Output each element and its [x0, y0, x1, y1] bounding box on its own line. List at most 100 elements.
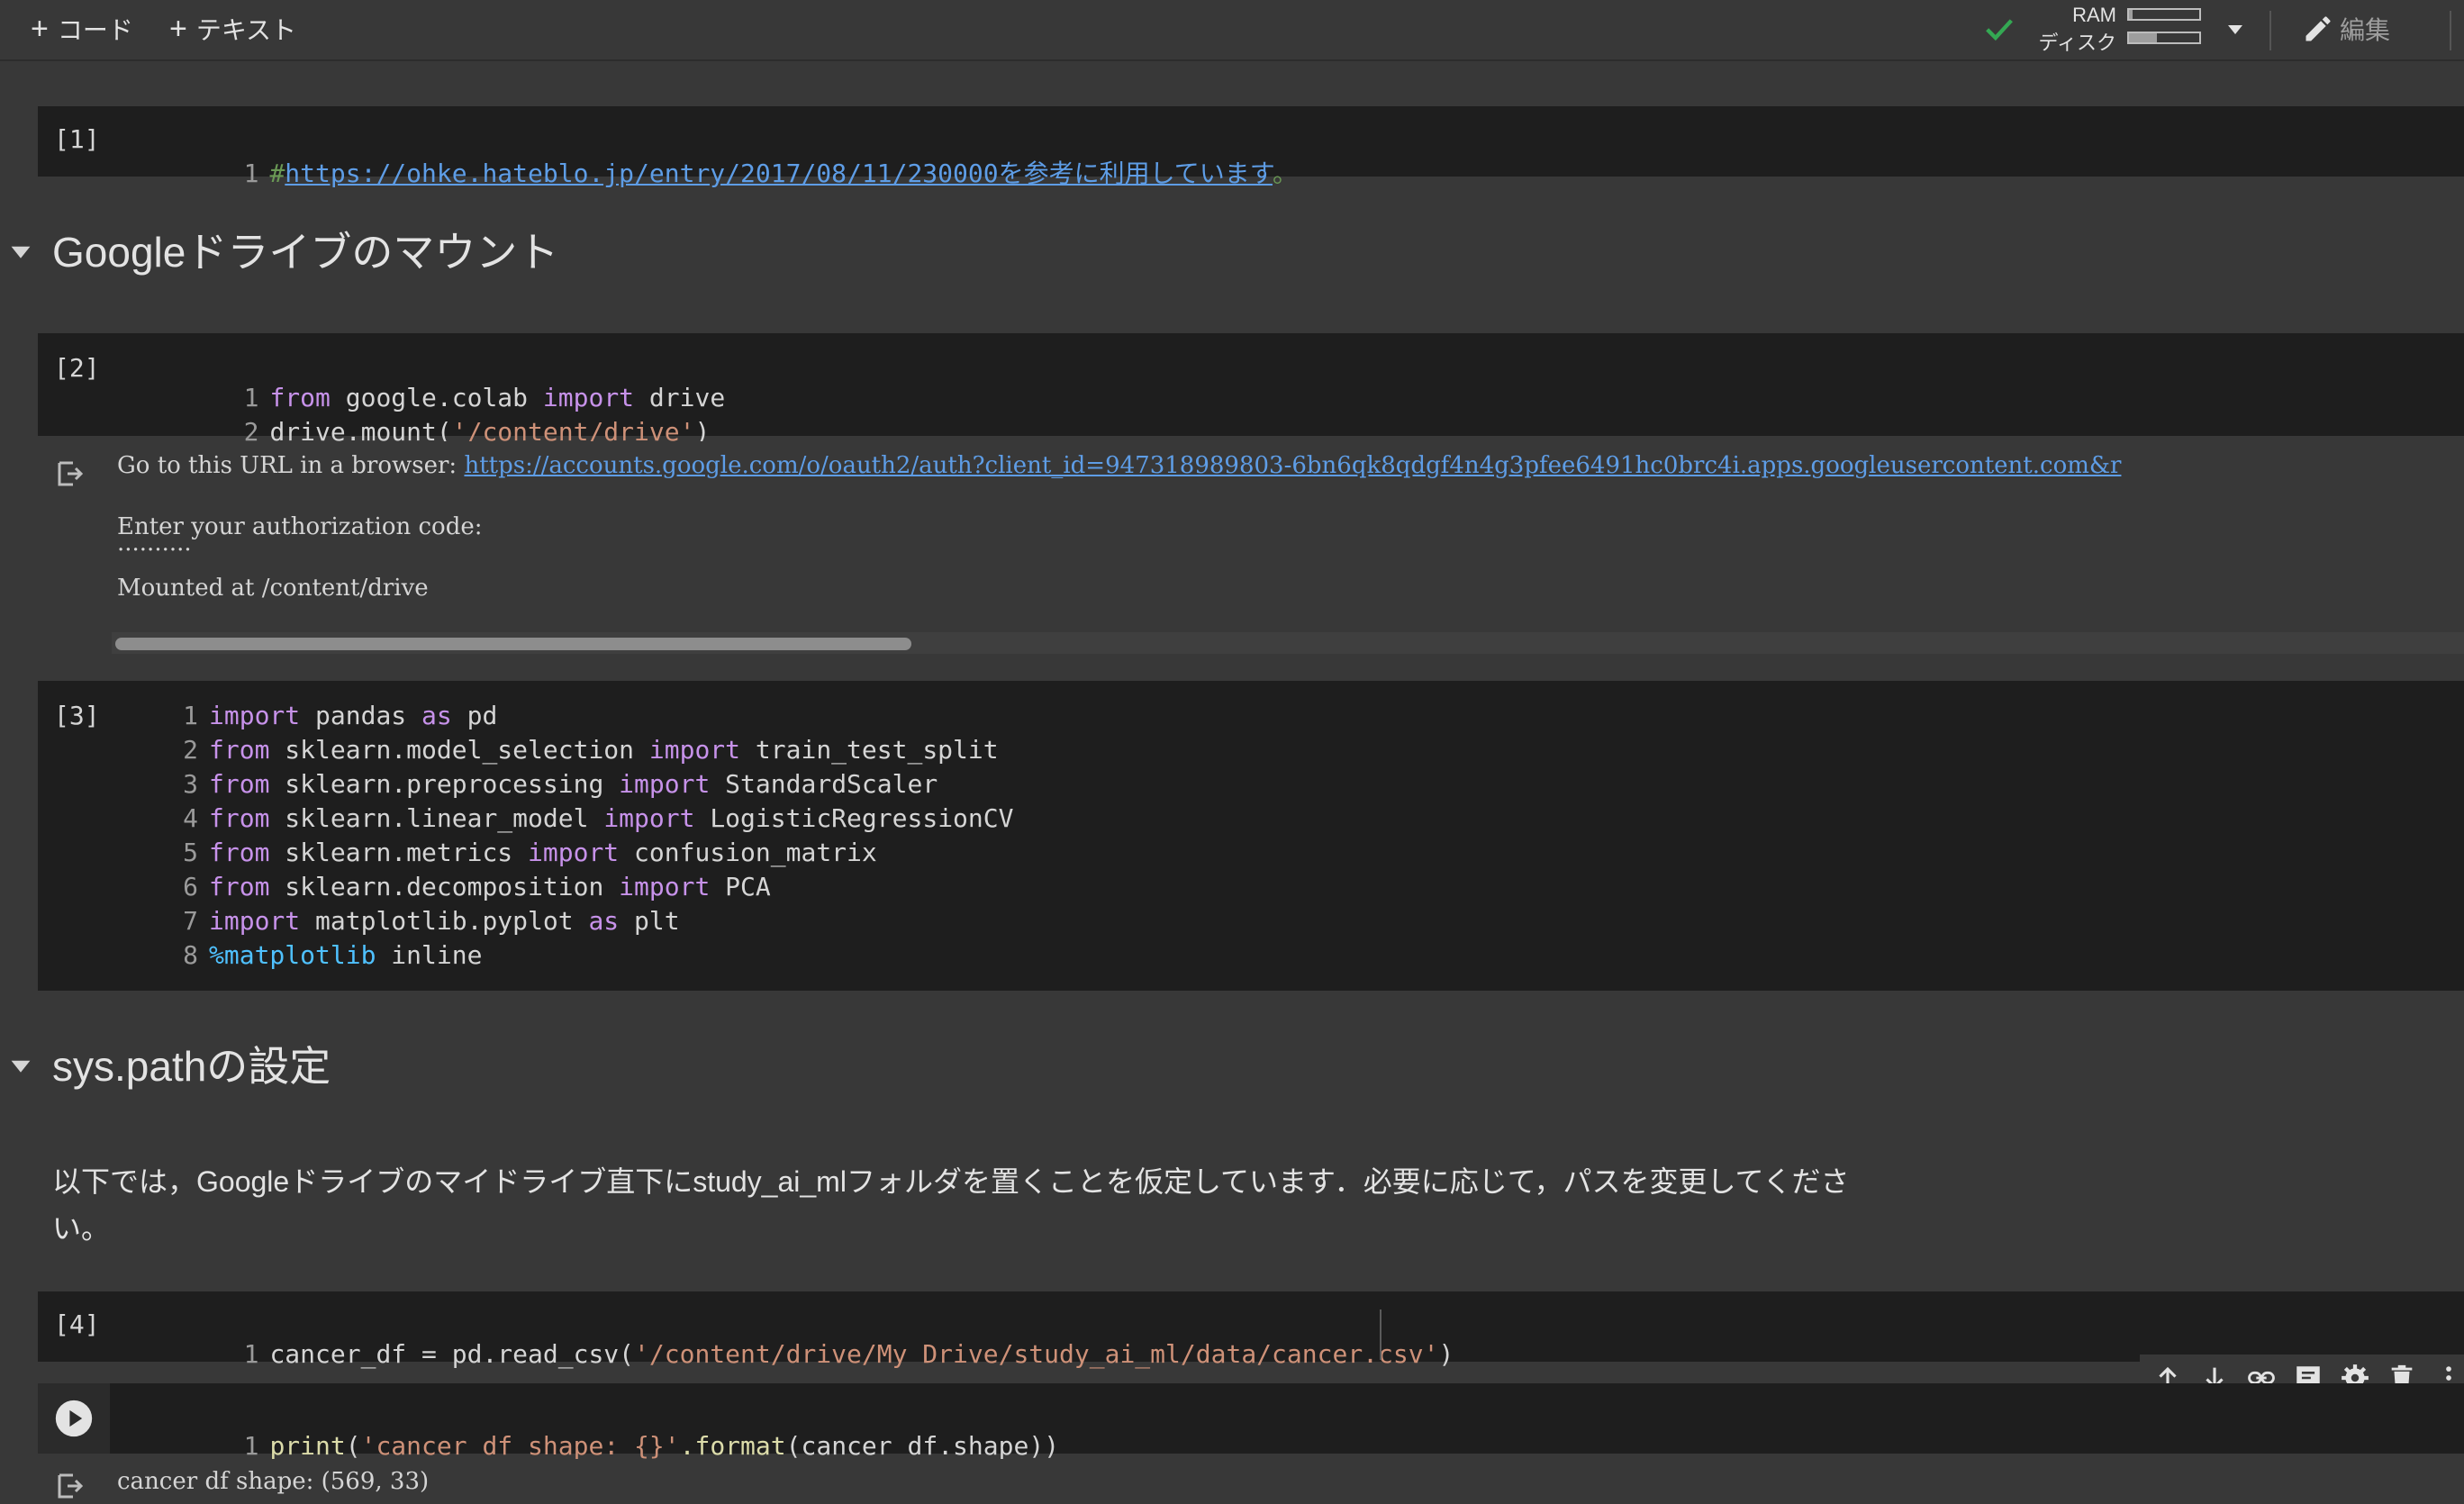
plus-icon: +: [31, 12, 49, 46]
text-cursor: [1380, 1309, 1381, 1360]
add-text-button[interactable]: + テキスト: [169, 9, 296, 49]
string-literal: '/content/drive/My Drive/study_ai_ml/dat…: [634, 1339, 1439, 1369]
code-text: sklearn.preprocessing: [269, 769, 620, 799]
collapse-section-icon[interactable]: [9, 1054, 32, 1077]
cell-output-5: cancer df shape: (569, 33): [38, 1459, 2464, 1504]
line-number: 1: [243, 159, 259, 188]
line-number: 1: [243, 1431, 259, 1461]
line-number: 1: [243, 1339, 259, 1369]
line-number: 7: [183, 906, 198, 936]
execution-count: [1]: [54, 124, 100, 154]
chevron-down-icon[interactable]: [2226, 20, 2244, 38]
code-text: StandardScaler: [710, 769, 938, 799]
add-code-label: コード: [57, 16, 133, 44]
pencil-icon: [2305, 16, 2331, 41]
code-line[interactable]: 2 from sklearn.model_selection import tra…: [137, 735, 999, 769]
method-name: .format: [679, 1431, 786, 1461]
code-text: (cancer_df.shape)): [785, 1431, 1060, 1461]
line-number: 4: [183, 803, 198, 833]
line-number: 1: [183, 701, 198, 730]
code-text: train_test_split: [740, 735, 999, 765]
keyword: import: [209, 906, 301, 936]
code-line[interactable]: 2 drive.mount('/content/drive'): [137, 387, 711, 447]
section-heading-syspath: sys.pathの設定: [52, 1043, 331, 1090]
keyword: import: [648, 735, 741, 765]
code-line[interactable]: 4 from sklearn.linear_model import Logist…: [137, 803, 1013, 838]
play-icon: [55, 1400, 93, 1437]
auth-url-link[interactable]: https://accounts.google.com/o/oauth2/aut…: [464, 452, 2121, 479]
keyword: import: [603, 803, 695, 833]
line-number: 2: [183, 735, 198, 765]
edit-button[interactable]: 編集: [2302, 9, 2390, 49]
disk-meter[interactable]: [2127, 32, 2201, 44]
keyword: from: [209, 872, 270, 901]
code-line[interactable]: 3 from sklearn.preprocessing import Stand…: [137, 769, 938, 803]
code-cell-1[interactable]: [1] 1 #https://ohke.hateblo.jp/entry/2017…: [38, 106, 2464, 188]
scrollbar-thumb[interactable]: [115, 638, 911, 650]
edit-label: 編集: [2340, 16, 2391, 44]
run-cell-button[interactable]: [38, 1383, 110, 1454]
code-line[interactable]: 1 print('cancer df shape: {}'.format(canc…: [137, 1401, 1059, 1461]
code-text: ): [1438, 1339, 1454, 1369]
code-line[interactable]: 1 #https://ohke.hateblo.jp/entry/2017/08/…: [137, 124, 1298, 188]
code-line[interactable]: 1 from google.colab import drive: [137, 353, 726, 412]
code-text: LogisticRegressionCV: [694, 803, 1014, 833]
code-cell-3[interactable]: [3] 1 import pandas as pd 2 from sklearn.mo…: [38, 681, 2464, 991]
code-text: sklearn.model_selection: [269, 735, 649, 765]
line-number: 6: [183, 872, 198, 901]
add-code-button[interactable]: + コード: [31, 9, 133, 49]
plus-icon: +: [169, 12, 187, 46]
code-text: PCA: [710, 872, 771, 901]
output-clear-icon[interactable]: [54, 458, 86, 490]
output-text: Go to this URL in a browser:: [117, 452, 465, 479]
line-number: 3: [183, 769, 198, 799]
function-name: print: [269, 1431, 346, 1461]
keyword: from: [209, 838, 270, 867]
keyword: from: [209, 735, 270, 765]
toolbar-divider: [2450, 11, 2451, 50]
code-line[interactable]: 5 from sklearn.metrics import confusion_m…: [137, 838, 877, 872]
comment-prefix: #: [269, 159, 285, 188]
code-text: pandas: [300, 701, 422, 730]
code-line[interactable]: 1 import pandas as pd: [137, 701, 497, 735]
comment-suffix: 。: [1272, 159, 1298, 188]
keyword: import: [619, 872, 711, 901]
output-clear-icon[interactable]: [54, 1470, 86, 1502]
keyword: import: [209, 701, 301, 730]
code-text: confusion_matrix: [619, 838, 877, 867]
line-number: 8: [183, 940, 198, 970]
ram-label: RAM: [2072, 4, 2116, 26]
execution-count: [4]: [54, 1309, 100, 1339]
output-line: cancer df shape: (569, 33): [117, 1468, 430, 1495]
keyword: as: [421, 701, 452, 730]
ram-meter[interactable]: [2127, 8, 2201, 21]
collapse-section-icon[interactable]: [9, 240, 32, 263]
keyword: import: [619, 769, 711, 799]
string-literal: 'cancer df shape: {}': [360, 1431, 680, 1461]
code-text: sklearn.linear_model: [269, 803, 604, 833]
reference-link[interactable]: https://ohke.hateblo.jp/entry/2017/08/11…: [285, 159, 1273, 188]
code-text: pd: [451, 701, 498, 730]
ram-meter-fill: [2129, 10, 2133, 19]
disk-label: ディスク: [2038, 32, 2116, 54]
code-cell-5[interactable]: 1 print('cancer df shape: {}'.format(canc…: [38, 1383, 2464, 1461]
output-line: Mounted at /content/drive: [117, 575, 429, 602]
code-cell-2[interactable]: [2] 1 from google.colab import drive 2 dri…: [38, 333, 2464, 447]
code-text: matplotlib.pyplot: [300, 906, 589, 936]
line-number: 5: [183, 838, 198, 867]
output-line: Go to this URL in a browser: https://acc…: [117, 452, 2121, 479]
code-line[interactable]: 6 from sklearn.decomposition import PCA: [137, 872, 771, 906]
code-text: (: [345, 1431, 361, 1461]
keyword: from: [209, 803, 270, 833]
keyword: %matplotlib: [209, 940, 376, 970]
toolbar-divider: [2269, 11, 2271, 50]
output-line: ··········: [117, 537, 192, 564]
code-line[interactable]: 1 cancer_df = pd.read_csv('/content/drive…: [137, 1309, 1454, 1369]
code-line[interactable]: 8 %matplotlib inline: [137, 940, 482, 974]
code-line[interactable]: 7 import matplotlib.pyplot as plt: [137, 906, 679, 940]
code-cell-4[interactable]: [4] 1 cancer_df = pd.read_csv('/content/d…: [38, 1291, 2464, 1369]
add-text-label: テキスト: [195, 16, 297, 44]
code-text: sklearn.decomposition: [269, 872, 620, 901]
execution-count: [3]: [54, 701, 100, 730]
disk-meter-fill: [2129, 33, 2158, 42]
